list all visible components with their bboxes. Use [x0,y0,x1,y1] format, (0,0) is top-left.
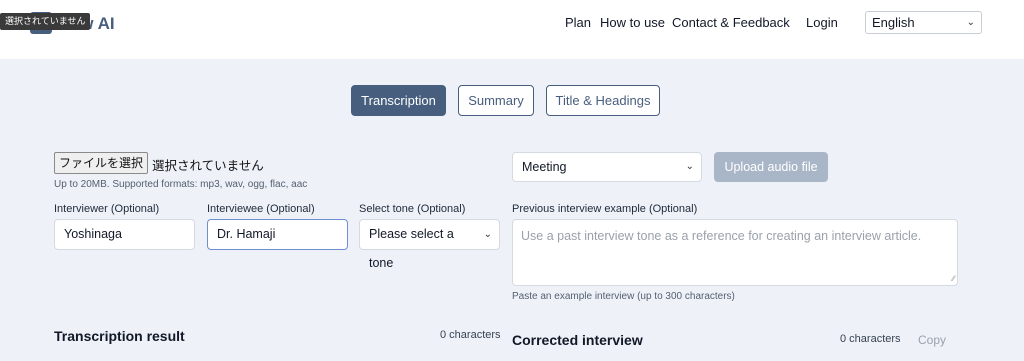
corrected-char-count: 0 characters [840,333,901,345]
tone-value: Please select a tone [369,227,454,270]
chevron-down-icon: ⌄ [966,17,975,28]
nav-how-to-use[interactable]: How to use [600,15,665,30]
interviewee-label: Interviewee (Optional) [207,203,315,215]
nav-plan[interactable]: Plan [565,15,591,30]
choose-file-button[interactable]: ファイルを選択 [54,152,148,174]
tab-summary[interactable]: Summary [458,85,534,116]
top-header: rview AI 選択されていません Plan How to use Conta… [0,0,1024,59]
upload-audio-button[interactable]: Upload audio file [714,152,828,182]
example-textarea[interactable]: Use a past interview tone as a reference… [512,219,958,286]
tab-transcription[interactable]: Transcription [351,85,446,116]
transcription-char-count: 0 characters [440,329,501,341]
copy-button[interactable]: Copy [918,333,946,347]
example-label: Previous interview example (Optional) [512,203,698,215]
tab-title-headings[interactable]: Title & Headings [546,85,660,116]
file-status: 選択されていません [152,159,264,173]
tone-label: Select tone (Optional) [359,203,466,215]
transcription-result-title: Transcription result [54,328,185,344]
nav-login[interactable]: Login [806,15,838,30]
chevron-down-icon: ⌄ [685,161,694,172]
recording-type-value: Meeting [522,160,567,174]
language-select[interactable]: English ⌄ [865,11,982,34]
example-hint: Paste an example interview (up to 300 ch… [512,291,735,302]
interviewer-label: Interviewer (Optional) [54,203,160,215]
interviewer-input[interactable]: Yoshinaga [54,219,195,250]
language-value: English [872,15,915,30]
example-placeholder: Use a past interview tone as a reference… [521,229,922,243]
tooltip: 選択されていません [0,13,91,30]
nav-contact-feedback[interactable]: Contact & Feedback [672,15,790,30]
recording-type-select[interactable]: Meeting ⌄ [512,152,702,182]
tone-select[interactable]: Please select a tone ⌄ [359,219,500,270]
upload-hint: Up to 20MB. Supported formats: mp3, wav,… [54,179,308,190]
interviewee-input[interactable]: Dr. Hamaji [207,219,348,250]
chevron-down-icon: ⌄ [483,229,492,240]
resize-handle-icon[interactable]: ∕∕ [952,275,955,283]
corrected-interview-title: Corrected interview [512,332,643,348]
